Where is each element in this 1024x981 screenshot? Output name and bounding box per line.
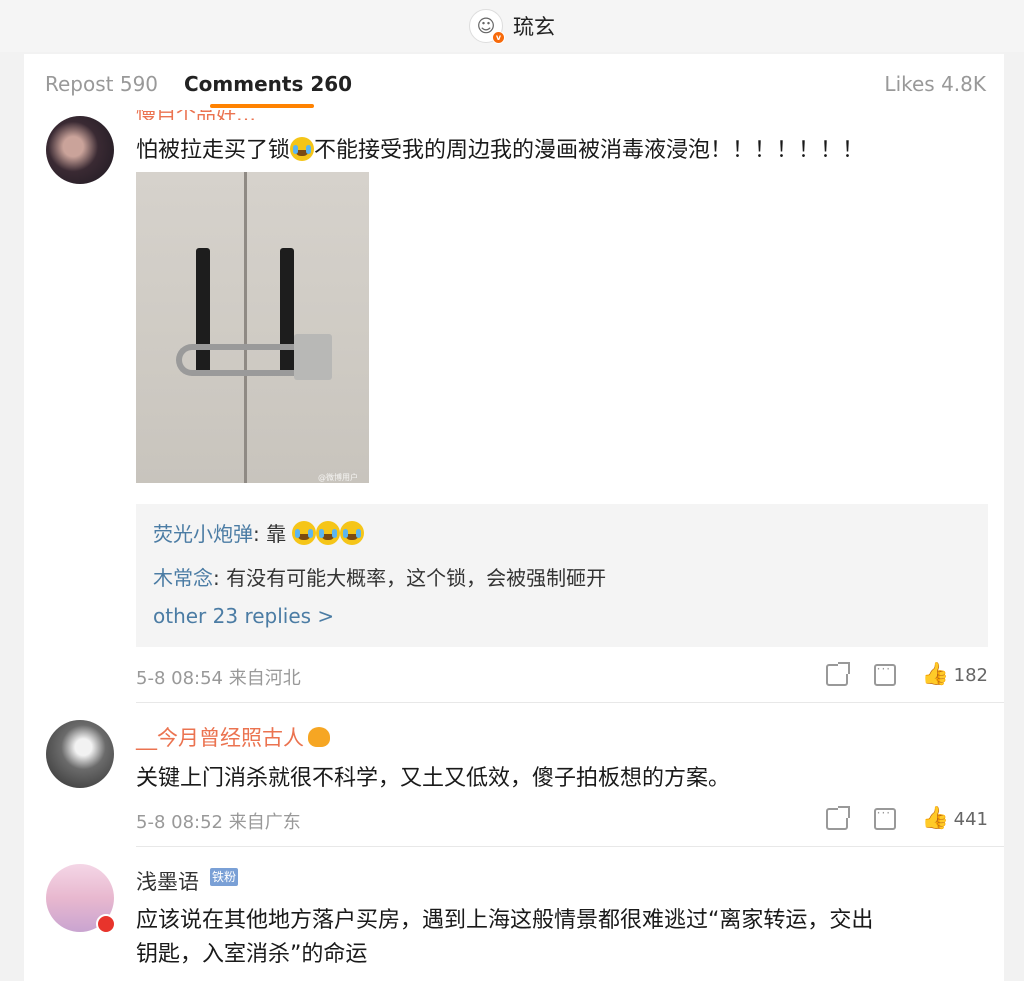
avatar[interactable] (46, 720, 114, 788)
comment-meta: 5-8 08:54 来自河北 (136, 668, 301, 689)
active-tab-indicator (210, 104, 314, 108)
reply-item: 木常念: 有没有可能大概率，这个锁，会被强制砸开 (153, 566, 607, 590)
comment-text-line: 应该说在其他地方落户买房，遇到上海这般情景都很难逃过“离家转运，交出 (136, 908, 874, 933)
photo-watermark: @微博用户 (318, 473, 358, 482)
comment-photo[interactable]: @微博用户 (136, 172, 369, 483)
like-count: 182 (953, 664, 988, 686)
crying-emoji-icon (316, 521, 341, 545)
tab-comments[interactable]: Comments 260 (184, 72, 352, 96)
comment-username[interactable]: __今月曾经照古人 (136, 722, 330, 752)
lock-shackle (176, 344, 304, 376)
avatar-logo-icon[interactable]: ☺ v (469, 9, 505, 44)
reply-username[interactable]: 荧光小炮弹 (153, 522, 253, 546)
comment-username[interactable]: 慢自个品好… (136, 110, 256, 120)
reply-item: 荧光小炮弹: 靠 (153, 518, 365, 547)
tab-repost[interactable]: Repost 590 (45, 72, 158, 96)
like-count: 441 (953, 808, 988, 830)
comments-card: Repost 590 Comments 260 Likes 4.8K 慢自个品好… (24, 54, 1004, 981)
comment-text-line: 钥匙，入室消杀”的命运 (136, 942, 368, 967)
badge-emoji-icon (308, 727, 330, 747)
comment-text: 关键上门消杀就很不科学，又土又低效，傻子拍板想的方案。 (136, 766, 731, 791)
crying-emoji-icon (292, 521, 317, 545)
verified-badge-icon: v (492, 31, 505, 44)
page-title: 琉玄 (513, 15, 555, 39)
thumbs-up-icon[interactable]: 👍 (922, 808, 949, 830)
share-icon[interactable] (825, 806, 850, 830)
fan-badge: 铁粉 (210, 868, 238, 886)
replies-box: 荧光小炮弹: 靠 木常念: 有没有可能大概率，这个锁，会被强制砸开 other … (136, 504, 988, 647)
divider (136, 702, 1004, 703)
comment-text: 怕被拉走买了锁 不能接受我的周边我的漫画被消毒液浸泡！！！！！！！ (136, 137, 865, 163)
comment-username[interactable]: 浅墨语 (136, 866, 199, 896)
comment-meta: 5-8 08:52 来自广东 (136, 812, 301, 833)
share-icon[interactable] (825, 662, 850, 686)
comment-actions: 👍 441 (800, 806, 988, 830)
cabinet-seam (244, 172, 247, 483)
comment-icon[interactable] (873, 806, 896, 830)
tab-likes[interactable]: Likes 4.8K (884, 72, 986, 96)
reply-username[interactable]: 木常念 (153, 566, 213, 590)
verified-badge-icon (96, 914, 116, 934)
divider (136, 846, 1004, 847)
more-replies-link[interactable]: other 23 replies > (153, 604, 334, 628)
padlock (294, 334, 332, 380)
comment-actions: 👍 182 (800, 662, 988, 686)
thumbs-up-icon[interactable]: 👍 (922, 664, 949, 686)
crying-emoji-icon (340, 521, 365, 545)
tab-bar: Repost 590 Comments 260 Likes 4.8K (24, 54, 1004, 116)
crying-emoji-icon (290, 137, 315, 161)
avatar[interactable] (46, 116, 114, 184)
top-bar: ☺ v 琉玄 (0, 0, 1024, 52)
comment-icon[interactable] (873, 662, 896, 686)
